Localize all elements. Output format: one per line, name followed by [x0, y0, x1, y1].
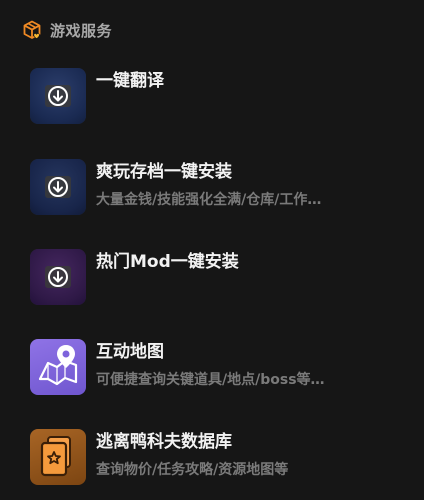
service-item-translate[interactable]: 一键翻译 [30, 68, 400, 124]
section-header: 游戏服务 [22, 19, 112, 41]
service-item-save-install[interactable]: 爽玩存档一键安装 大量金钱/技能强化全满/仓库/工作… [30, 159, 400, 215]
service-tile [30, 249, 86, 305]
service-item-title: 一键翻译 [96, 71, 164, 91]
service-item-title: 热门Mod一键安装 [96, 252, 239, 272]
service-tile [30, 68, 86, 124]
database-cards-icon [40, 436, 71, 477]
map-pin-icon [38, 345, 78, 386]
service-item-mod-install[interactable]: 热门Mod一键安装 [30, 249, 400, 305]
service-item-title: 逃离鸭科夫数据库 [96, 432, 232, 452]
download-circle-icon [45, 266, 71, 288]
service-item-interactive-map[interactable]: 互动地图 可便捷查询关键道具/地点/boss等… [30, 339, 400, 395]
game-services-panel: 游戏服务 一键翻译 爽玩存档一键安装 大量金钱/技能强化全满/仓库/工作… 热门… [0, 0, 424, 500]
download-circle-icon [45, 176, 71, 198]
service-item-title: 互动地图 [96, 342, 164, 362]
service-item-database[interactable]: 逃离鸭科夫数据库 查询物价/任务攻略/资源地图等 [30, 429, 400, 485]
service-item-subtitle: 大量金钱/技能强化全满/仓库/工作… [96, 192, 322, 208]
service-tile [30, 159, 86, 215]
download-circle-icon [45, 85, 71, 107]
service-item-title: 爽玩存档一键安装 [96, 162, 232, 182]
section-title: 游戏服务 [50, 21, 113, 40]
package-heart-icon [23, 20, 41, 39]
service-item-subtitle: 可便捷查询关键道具/地点/boss等… [96, 372, 325, 388]
service-item-subtitle: 查询物价/任务攻略/资源地图等 [96, 462, 289, 478]
service-tile [30, 339, 86, 395]
service-tile [30, 429, 86, 485]
